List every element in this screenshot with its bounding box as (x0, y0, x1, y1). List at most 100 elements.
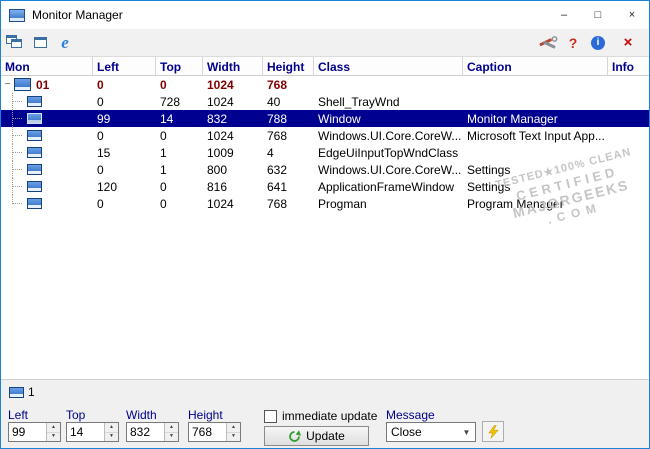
width-label: Width (126, 408, 157, 422)
immediate-update-checkbox[interactable] (264, 409, 277, 423)
column-header-height[interactable]: Height (263, 57, 314, 76)
cell-top: 14 (160, 111, 174, 126)
cell-top: 0 (160, 128, 167, 143)
cell-width: 1024 (207, 77, 234, 92)
cell-height: 788 (267, 111, 288, 126)
lightning-icon (487, 424, 499, 439)
left-label: Left (8, 408, 29, 422)
help-button[interactable]: ? (562, 32, 584, 54)
window-tree: − 01 0 0 1024 768 0 728 1024 40 Shell_Tr… (1, 76, 649, 379)
cell-left: 120 (97, 179, 118, 194)
cell-caption (463, 93, 608, 110)
cell-info (608, 76, 649, 93)
cell-height: 4 (267, 145, 274, 160)
window-icon (27, 164, 42, 175)
cell-class: ApplicationFrameWindow (318, 179, 455, 194)
column-header-left[interactable]: Left (93, 57, 156, 76)
toolbar: e ? i × (1, 29, 649, 57)
top-input[interactable] (67, 423, 104, 441)
spinner-down-icon[interactable]: ▼ (105, 432, 118, 441)
cell-height: 632 (267, 162, 288, 177)
table-row-root[interactable]: − 01 0 0 1024 768 (1, 76, 649, 93)
window-title: Monitor Manager (32, 8, 123, 22)
window-icon (27, 147, 42, 158)
info-icon: i (591, 35, 605, 50)
left-stepper: ▲▼ (8, 422, 61, 442)
table-row-selected[interactable]: 99 14 832 788 Window Monitor Manager (1, 110, 649, 127)
cell-width: 800 (207, 162, 228, 177)
tree-cell (1, 110, 93, 127)
spinner-down-icon[interactable]: ▼ (165, 432, 178, 441)
cascade-windows-button[interactable] (4, 32, 26, 54)
cell-width: 832 (207, 111, 228, 126)
spinner-down-icon[interactable]: ▼ (227, 432, 240, 441)
cell-class: Windows.UI.Core.CoreW... (318, 128, 462, 143)
cell-top: 1 (160, 162, 167, 177)
monitor-tab[interactable]: 1 (9, 385, 35, 399)
app-icon (9, 8, 25, 22)
titlebar: Monitor Manager – □ × (1, 1, 649, 29)
cell-left: 15 (97, 145, 111, 160)
table-row[interactable]: 120 0 816 641 ApplicationFrameWindow Set… (1, 178, 649, 195)
monitor-tab-label: 1 (28, 385, 35, 399)
table-row[interactable]: 0 0 1024 768 Windows.UI.Core.CoreW... Mi… (1, 127, 649, 144)
tree-collapse-toggle[interactable]: − (3, 79, 12, 90)
window-controls: – □ × (547, 1, 649, 29)
window-icon (27, 198, 42, 209)
close-button[interactable]: × (615, 1, 649, 29)
cell-height: 641 (267, 179, 288, 194)
spinner-up-icon[interactable]: ▲ (227, 423, 240, 433)
message-dropdown-value: Close (391, 425, 422, 439)
top-label: Top (66, 408, 86, 422)
settings-button[interactable] (537, 32, 559, 54)
column-header-width[interactable]: Width (203, 57, 263, 76)
cell-height: 768 (267, 128, 288, 143)
cell-class: Window (318, 111, 361, 126)
width-input[interactable] (127, 423, 164, 441)
browser-button[interactable]: e (54, 32, 76, 54)
cell-top: 0 (160, 77, 167, 92)
left-input[interactable] (9, 423, 46, 441)
monitor-icon (9, 386, 24, 398)
cell-caption: Monitor Manager (467, 111, 558, 126)
minimize-button[interactable]: – (547, 1, 581, 29)
update-button[interactable]: Update (264, 426, 369, 446)
message-dropdown[interactable]: Close ▼ (386, 422, 476, 442)
single-window-button[interactable] (29, 32, 51, 54)
cell-left: 0 (97, 196, 104, 211)
column-header-info[interactable]: Info (608, 57, 650, 76)
monitor-id: 01 (36, 77, 50, 92)
table-header: Mon Left Top Width Height Class Caption … (1, 57, 649, 76)
cell-class: Progman (318, 196, 367, 211)
window-icon (27, 113, 42, 124)
table-row[interactable]: 0 728 1024 40 Shell_TrayWnd (1, 93, 649, 110)
spinner-down-icon[interactable]: ▼ (47, 432, 60, 441)
about-button[interactable]: i (587, 32, 609, 54)
cell-class: EdgeUiInputTopWndClass (318, 145, 459, 160)
table-row[interactable]: 0 0 1024 768 Progman Program Manager (1, 195, 649, 212)
exit-button[interactable]: × (617, 32, 639, 54)
cell-info (608, 127, 649, 144)
column-header-mon[interactable]: Mon (1, 57, 93, 76)
spinner-up-icon[interactable]: ▲ (105, 423, 118, 433)
cell-info (608, 144, 649, 161)
refresh-icon (288, 429, 302, 443)
column-header-top[interactable]: Top (156, 57, 203, 76)
spinner-up-icon[interactable]: ▲ (165, 423, 178, 433)
toolbar-right: ? i × (534, 32, 639, 54)
table-row[interactable]: 0 1 800 632 Windows.UI.Core.CoreW... Set… (1, 161, 649, 178)
cell-top: 1 (160, 145, 167, 160)
column-header-class[interactable]: Class (314, 57, 463, 76)
height-input[interactable] (189, 423, 226, 441)
maximize-button[interactable]: □ (581, 1, 615, 29)
cell-info (608, 161, 649, 178)
immediate-update-label: immediate update (282, 409, 378, 423)
column-header-caption[interactable]: Caption (463, 57, 608, 76)
send-message-button[interactable] (482, 421, 504, 442)
tree-line (13, 135, 22, 136)
cell-top: 0 (160, 179, 167, 194)
spinner-up-icon[interactable]: ▲ (47, 423, 60, 433)
table-row[interactable]: 15 1 1009 4 EdgeUiInputTopWndClass (1, 144, 649, 161)
cell-width: 1009 (207, 145, 234, 160)
tree-line (13, 118, 22, 119)
